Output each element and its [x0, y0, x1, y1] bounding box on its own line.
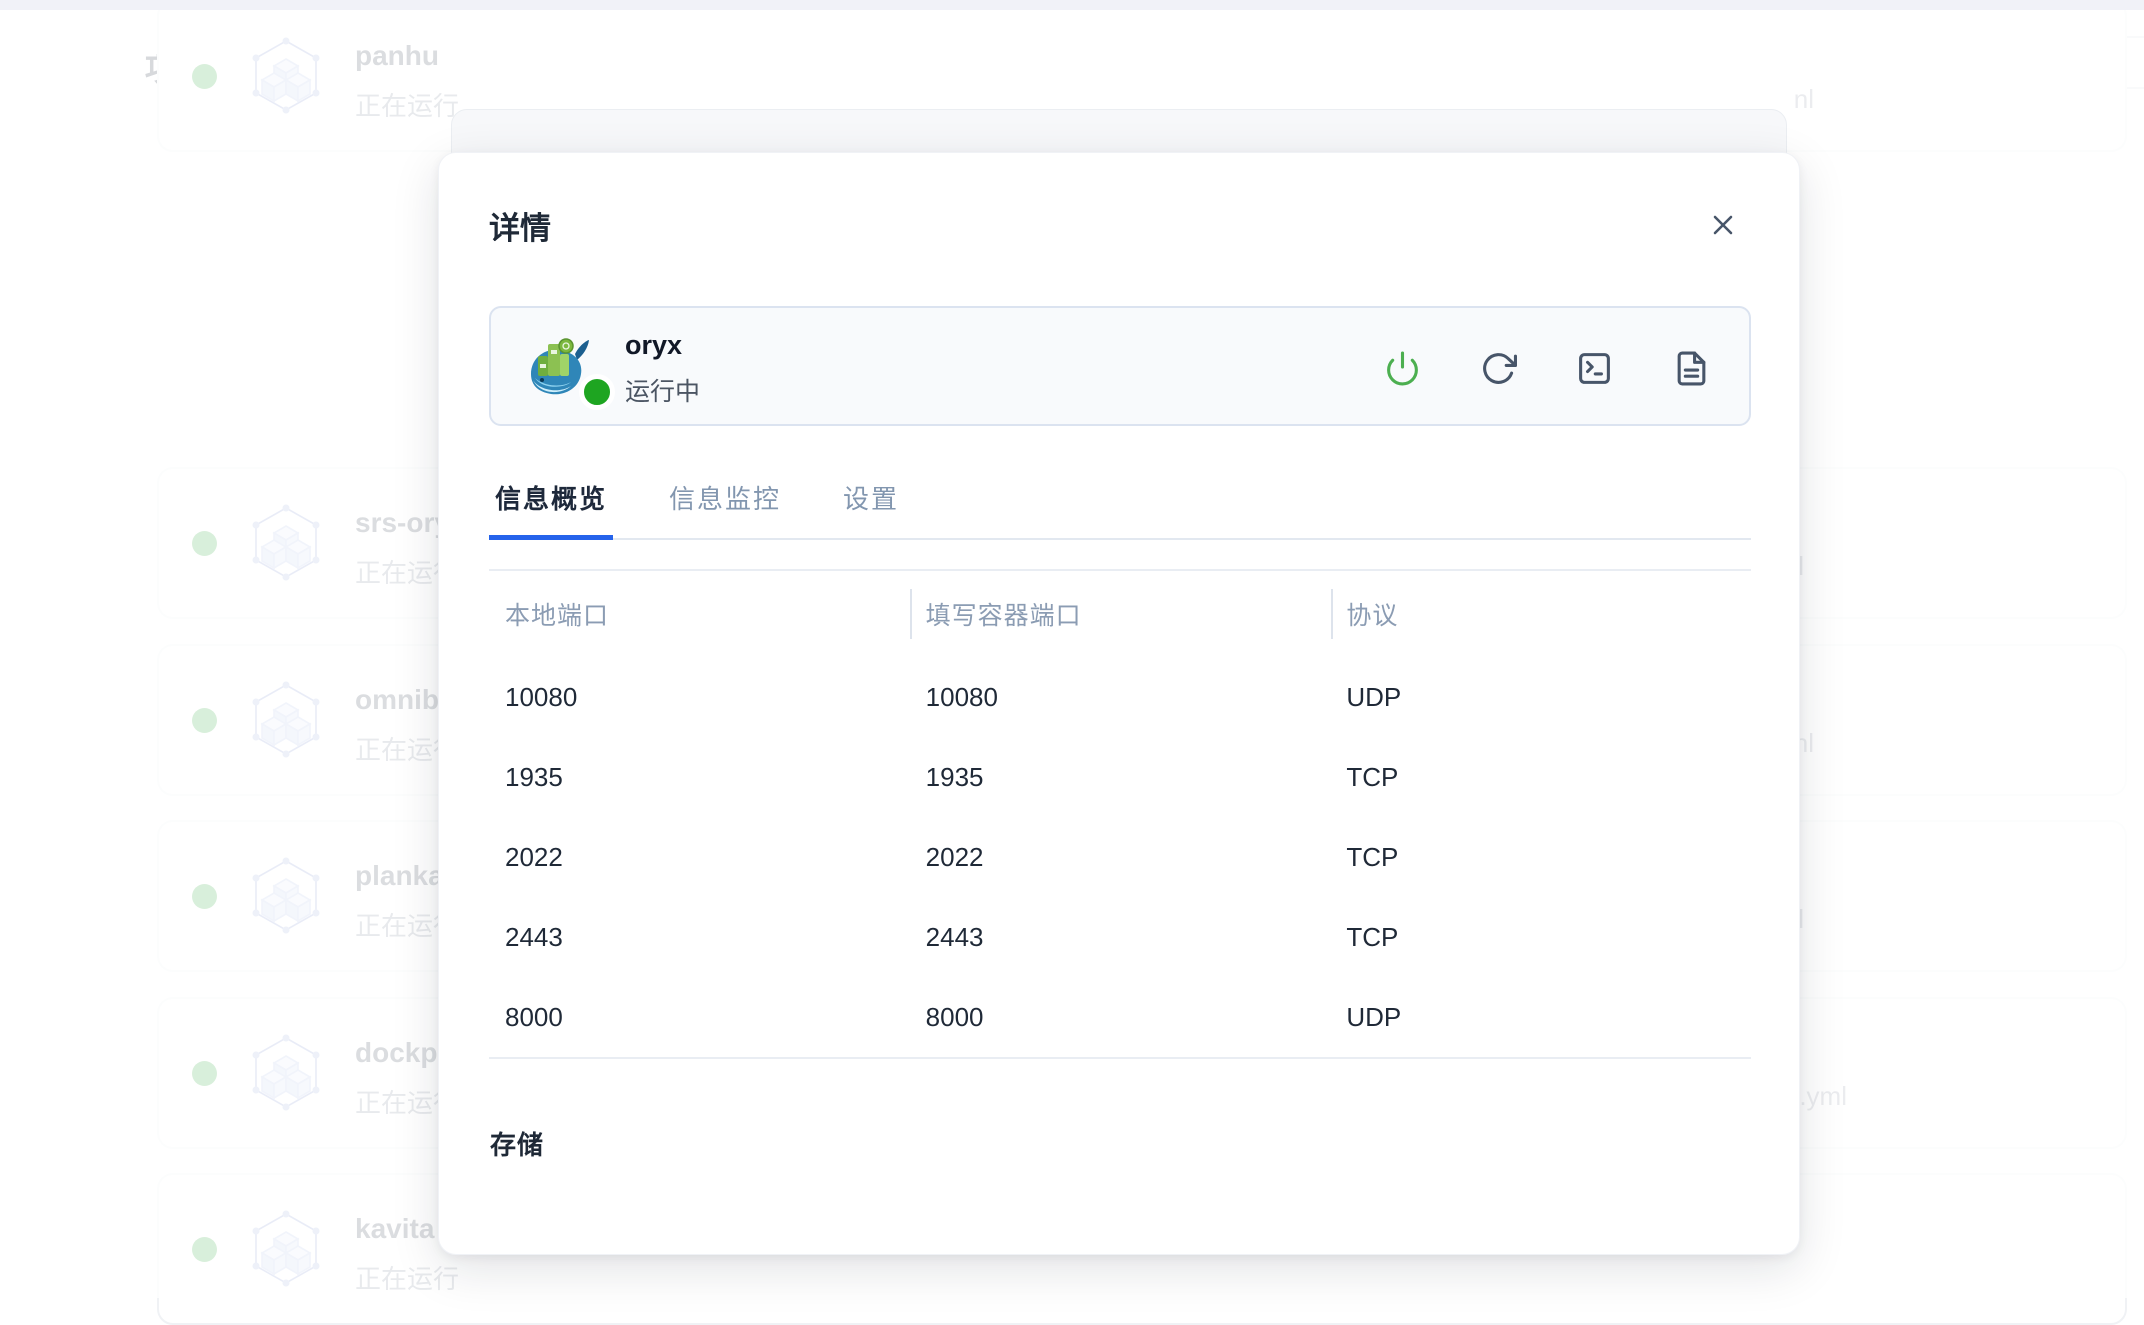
- table-row: 2443 2443 TCP: [489, 897, 1751, 977]
- refresh-icon: [1480, 350, 1517, 387]
- cell-protocol: UDP: [1330, 682, 1751, 713]
- header-container-port: 填写容器端口: [910, 596, 1331, 632]
- cell-container-port: 8000: [910, 1002, 1331, 1033]
- power-icon: [1384, 350, 1421, 387]
- tab-info-monitoring[interactable]: 信息监控: [663, 475, 787, 538]
- file-button[interactable]: [1673, 350, 1710, 387]
- close-button[interactable]: [1709, 211, 1737, 239]
- cell-protocol: UDP: [1330, 1002, 1751, 1033]
- status-dot: [579, 374, 615, 410]
- cell-local-port: 2443: [489, 922, 910, 953]
- terminal-button[interactable]: [1576, 350, 1613, 387]
- cell-container-port: 2443: [910, 922, 1331, 953]
- cell-local-port: 10080: [489, 682, 910, 713]
- tab-settings[interactable]: 设置: [837, 475, 905, 538]
- power-button[interactable]: [1384, 350, 1421, 387]
- cell-container-port: 2022: [910, 842, 1331, 873]
- ports-table-body: 10080 10080 UDP 1935 1935 TCP 2022 2022 …: [489, 657, 1751, 1059]
- ports-table-header: 本地端口 填写容器端口 协议: [489, 571, 1751, 657]
- column-divider: [910, 589, 912, 639]
- ports-table: 本地端口 填写容器端口 协议 10080 10080 UDP 1935 1935…: [489, 569, 1751, 1059]
- header-local-port: 本地端口: [489, 596, 910, 632]
- modal-title: 详情: [489, 203, 551, 248]
- app-summary-card: oryx 运行中: [489, 306, 1751, 426]
- cell-protocol: TCP: [1330, 922, 1751, 953]
- tab-info-overview[interactable]: 信息概览: [489, 475, 613, 538]
- cell-protocol: TCP: [1330, 842, 1751, 873]
- header-protocol: 协议: [1330, 596, 1751, 632]
- refresh-button[interactable]: [1480, 350, 1517, 387]
- cell-container-port: 10080: [910, 682, 1331, 713]
- file-icon: [1673, 350, 1710, 387]
- cell-protocol: TCP: [1330, 762, 1751, 793]
- cell-local-port: 8000: [489, 1002, 910, 1033]
- app-status: 运行中: [625, 372, 700, 408]
- terminal-icon: [1576, 350, 1613, 387]
- table-row: 8000 8000 UDP: [489, 977, 1751, 1057]
- modal-tabs: 信息概览 信息监控 设置: [489, 475, 1751, 540]
- browser-chrome-strip: [0, 0, 2144, 10]
- details-modal: 详情 oryx 运行中: [438, 152, 1800, 1255]
- cell-local-port: 2022: [489, 842, 910, 873]
- table-row: 1935 1935 TCP: [489, 737, 1751, 817]
- app-name: oryx: [625, 330, 682, 361]
- column-divider: [1331, 589, 1333, 639]
- table-row: 10080 10080 UDP: [489, 657, 1751, 737]
- cell-container-port: 1935: [910, 762, 1331, 793]
- storage-section-title: 存储: [490, 1125, 544, 1162]
- close-icon: [1709, 211, 1737, 239]
- cell-local-port: 1935: [489, 762, 910, 793]
- table-row: 2022 2022 TCP: [489, 817, 1751, 897]
